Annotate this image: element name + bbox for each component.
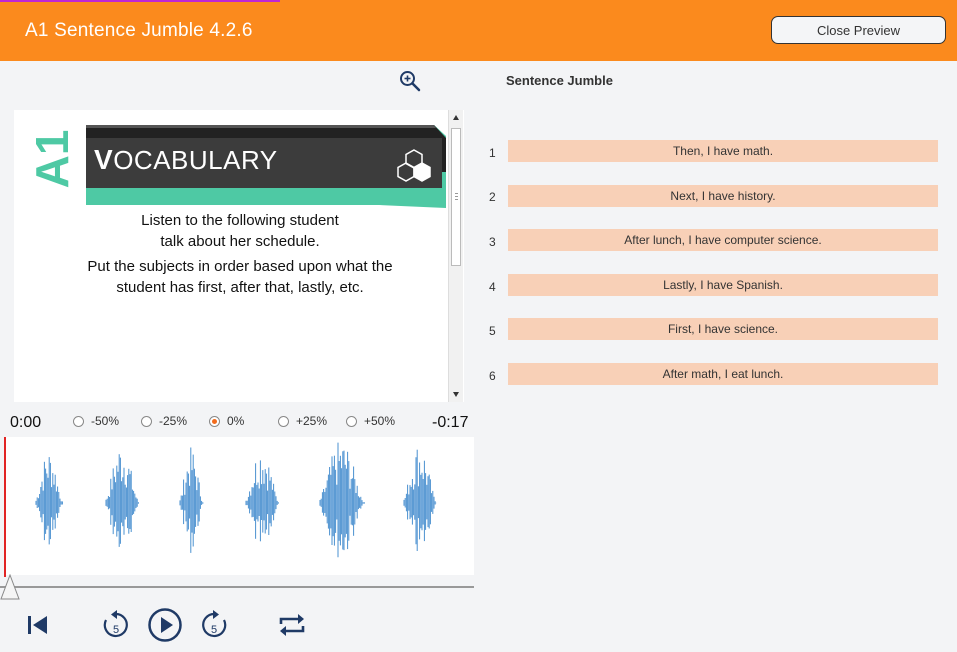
- vocabulary-initial: V: [94, 144, 114, 175]
- speed-label: +25%: [296, 414, 328, 428]
- radio-icon[interactable]: [141, 415, 152, 427]
- sentence-item[interactable]: Next, I have history.: [508, 185, 938, 207]
- slide-scrollbar[interactable]: [448, 110, 463, 402]
- speed-label: -50%: [91, 414, 120, 428]
- forward-seconds: 5: [211, 624, 217, 636]
- audio-waveform[interactable]: [4, 437, 474, 575]
- rewind-icon: 5: [103, 610, 128, 638]
- sentence-number: 5: [489, 324, 496, 338]
- sentence-number: 6: [489, 369, 496, 383]
- time-remaining: -0:17: [432, 414, 469, 431]
- slide-line-1a: Listen to the following student: [141, 212, 339, 229]
- vocabulary-heading: VOCABULARY: [94, 144, 278, 176]
- speed-option-plus25[interactable]: +25%: [278, 414, 327, 428]
- speed-option-0[interactable]: 0%: [209, 414, 244, 428]
- skip-start-icon: [28, 616, 47, 634]
- slide-instruction-2: Put the subjects in order based upon wha…: [30, 256, 450, 298]
- sentence-item[interactable]: After math, I eat lunch.: [508, 363, 938, 385]
- sentence-number: 3: [489, 235, 496, 249]
- sentence-number: 2: [489, 190, 496, 204]
- radio-icon[interactable]: [278, 415, 289, 427]
- sentence-item[interactable]: Then, I have math.: [508, 140, 938, 162]
- sentence-item[interactable]: After lunch, I have computer science.: [508, 229, 938, 251]
- vocabulary-rest: OCABULARY: [113, 145, 278, 175]
- radio-icon[interactable]: [346, 415, 357, 427]
- progress-line: [0, 0, 280, 2]
- forward-5-button[interactable]: 5: [198, 606, 230, 644]
- sentence-number: 4: [489, 280, 496, 294]
- skip-to-start-button[interactable]: [24, 606, 52, 644]
- sentence-item[interactable]: Lastly, I have Spanish.: [508, 274, 938, 296]
- app-title: A1 Sentence Jumble 4.2.6: [25, 20, 253, 41]
- radio-icon[interactable]: [73, 415, 84, 427]
- scroll-up-button[interactable]: [449, 110, 463, 126]
- play-button[interactable]: [147, 606, 183, 644]
- forward-icon: 5: [202, 610, 227, 638]
- speed-label: +50%: [364, 414, 396, 428]
- arrow-up-icon: [453, 115, 459, 120]
- playhead[interactable]: [4, 437, 6, 577]
- app-header: A1 Sentence Jumble 4.2.6 Close Preview: [0, 0, 957, 61]
- time-elapsed: 0:00: [10, 414, 42, 431]
- speed-option-plus50[interactable]: +50%: [346, 414, 395, 428]
- waveform-graphic: [35, 442, 437, 558]
- radio-selected-icon[interactable]: [209, 415, 220, 427]
- slide-line-1b: talk about her schedule.: [160, 233, 320, 250]
- seek-thumb-icon[interactable]: [0, 574, 20, 602]
- speed-label: -25%: [159, 414, 188, 428]
- panel-title: Sentence Jumble: [506, 73, 613, 88]
- loop-button[interactable]: [275, 606, 309, 644]
- level-badge: A1: [26, 129, 78, 189]
- speed-label: 0%: [227, 414, 245, 428]
- slide-line-2b: student has first, after that, lastly, e…: [116, 279, 364, 296]
- slide-line-2a: Put the subjects in order based upon wha…: [87, 258, 393, 275]
- slide-instruction-1: Listen to the following student talk abo…: [30, 210, 450, 252]
- arrow-down-icon: [453, 392, 459, 397]
- scroll-thumb[interactable]: [451, 128, 461, 266]
- loop-icon: [279, 614, 305, 636]
- speed-option-minus50[interactable]: -50%: [73, 414, 119, 428]
- rewind-seconds: 5: [113, 624, 119, 636]
- scroll-down-button[interactable]: [449, 386, 463, 402]
- sentence-item[interactable]: First, I have science.: [508, 318, 938, 340]
- close-preview-button[interactable]: Close Preview: [771, 16, 946, 44]
- seek-track[interactable]: [0, 586, 474, 588]
- speed-option-minus25[interactable]: -25%: [141, 414, 187, 428]
- rewind-5-button[interactable]: 5: [100, 606, 132, 644]
- sentence-number: 1: [489, 146, 496, 160]
- play-icon: [148, 608, 182, 642]
- zoom-in-icon[interactable]: [398, 69, 422, 93]
